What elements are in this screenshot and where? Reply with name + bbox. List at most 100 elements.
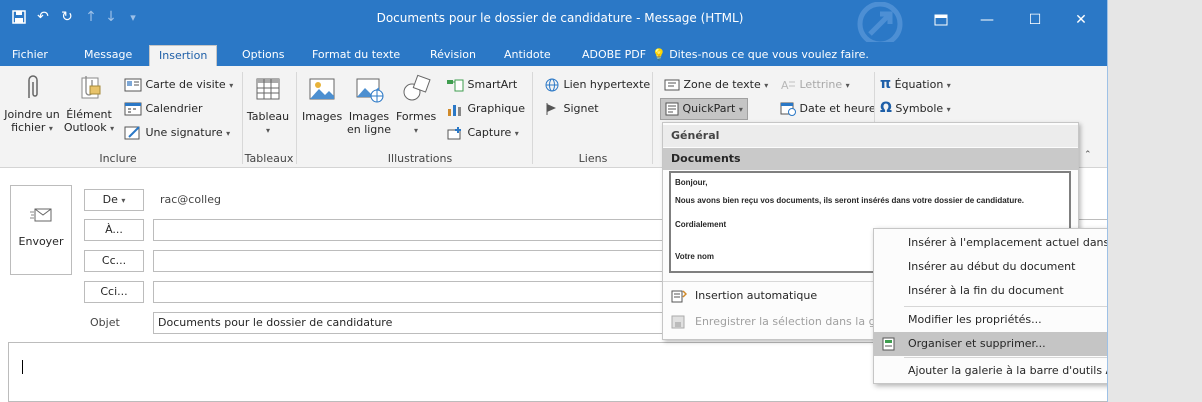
smartart-button[interactable]: SmartArt xyxy=(446,78,517,92)
save-icon[interactable] xyxy=(8,6,30,28)
entry-line-1: Bonjour, xyxy=(675,178,708,187)
chart-button[interactable]: Graphique xyxy=(446,102,525,116)
context-menu-item-add-to-qat[interactable]: Ajouter la galerie à la barre d'outils A… xyxy=(874,359,1107,383)
gallery-header-documents: Documents xyxy=(663,148,1078,170)
customize-qat-icon[interactable]: ▾ xyxy=(122,6,144,28)
send-button[interactable]: Envoyer xyxy=(10,185,72,275)
outlook-item-icon xyxy=(81,76,101,99)
date-time-icon xyxy=(780,102,796,116)
close-icon[interactable]: ✕ xyxy=(1058,2,1104,38)
tab-fichier[interactable]: Fichier xyxy=(10,45,50,66)
redo-icon[interactable]: ↻ xyxy=(56,6,78,28)
outlook-item-button[interactable]: Élément Outlook ▾ xyxy=(62,72,116,135)
hyperlink-button[interactable]: Lien hypertexte xyxy=(544,78,650,92)
signature-button[interactable]: Une signature ▾ xyxy=(124,126,230,140)
pictures-icon xyxy=(309,78,335,100)
gallery-header-general: Général xyxy=(663,125,1078,147)
pictures-button[interactable]: Images xyxy=(302,74,342,123)
symbol-button[interactable]: Ω Symbole ▾ xyxy=(880,101,951,116)
tab-antidote[interactable]: Antidote xyxy=(502,45,553,66)
screenshot-icon xyxy=(447,127,461,140)
online-pictures-button[interactable]: Images en ligne xyxy=(344,74,394,136)
bcc-button[interactable]: Cci... xyxy=(84,281,144,303)
calendar-button[interactable]: Calendrier xyxy=(124,102,203,116)
group-label-tableaux: Tableaux xyxy=(244,152,294,165)
title-bar: ↶ ↻ ↑ ↓ ▾ Documents pour le dossier de c… xyxy=(0,0,1107,42)
screenshot-label: Capture xyxy=(467,126,512,139)
attach-file-label: Joindre un xyxy=(4,108,60,121)
tell-me-search[interactable]: 💡 Dites-nous ce que vous voulez faire. xyxy=(652,45,869,65)
maximize-icon[interactable]: ☐ xyxy=(1012,2,1058,38)
context-menu-separator xyxy=(904,357,1107,358)
context-menu-item-insert-start[interactable]: Insérer au début du document xyxy=(874,255,1107,279)
from-value: rac@colleg xyxy=(160,193,221,206)
ribbon-tabs: Fichier Message Insertion Options Format… xyxy=(0,42,1107,66)
from-label: De xyxy=(102,193,118,206)
business-card-button[interactable]: Carte de visite ▾ xyxy=(124,78,233,92)
drop-cap-button[interactable]: A Lettrine ▾ xyxy=(780,78,850,92)
send-envelope-icon xyxy=(30,208,52,222)
paperclip-icon xyxy=(28,75,38,98)
organize-delete-label: Organiser et supprimer... xyxy=(908,337,1046,350)
bookmark-button[interactable]: Signet xyxy=(544,102,599,116)
tab-format-du-texte[interactable]: Format du texte xyxy=(310,45,402,66)
text-box-button[interactable]: Zone de texte ▾ xyxy=(664,78,768,92)
chart-label: Graphique xyxy=(467,102,526,115)
collapse-ribbon-icon[interactable]: ⌃ xyxy=(1084,150,1092,160)
ribbon-separator xyxy=(242,72,243,164)
context-menu-item-organize-delete[interactable]: Organiser et supprimer... xyxy=(874,332,1107,356)
organizer-icon xyxy=(882,337,895,351)
context-menu-item-insert-current[interactable]: Insérer à l'emplacement actuel dans le d… xyxy=(874,231,1107,255)
online-pictures-label-2: en ligne xyxy=(346,123,392,136)
bookmark-label: Signet xyxy=(563,102,599,115)
online-pictures-icon xyxy=(356,78,384,103)
quickpart-icon xyxy=(665,102,679,116)
minimize-icon[interactable]: — xyxy=(964,2,1010,38)
undo-icon[interactable]: ↶ xyxy=(32,6,54,28)
quickpart-button[interactable]: QuickPart ▾ xyxy=(660,98,748,120)
table-button[interactable]: Tableau ▾ xyxy=(246,74,290,137)
cc-button[interactable]: Cc... xyxy=(84,250,144,272)
svg-text:A: A xyxy=(781,79,789,92)
tab-revision[interactable]: Révision xyxy=(428,45,478,66)
tab-adobe-pdf[interactable]: ADOBE PDF xyxy=(580,45,648,66)
to-button[interactable]: À... xyxy=(84,219,144,241)
context-menu-item-edit-properties[interactable]: Modifier les propriétés... xyxy=(874,308,1107,332)
pictures-label: Images xyxy=(302,110,343,123)
group-label-inclure: Inclure xyxy=(99,152,137,165)
attach-file-button[interactable]: Joindre un fichier ▾ xyxy=(2,72,62,135)
tab-message[interactable]: Message xyxy=(82,45,134,66)
lightbulb-icon: 💡 xyxy=(652,48,666,61)
chart-icon xyxy=(448,105,461,116)
shapes-button[interactable]: Formes ▾ xyxy=(396,74,436,137)
tab-options[interactable]: Options xyxy=(240,45,286,66)
signature-icon xyxy=(124,126,140,140)
calendar-icon xyxy=(124,102,142,116)
attach-file-label-2: fichier xyxy=(11,121,46,134)
outlook-item-label-2: Outlook xyxy=(63,121,107,134)
equation-button[interactable]: π Équation ▾ xyxy=(880,77,951,92)
context-menu-item-insert-end[interactable]: Insérer à la fin du document xyxy=(874,279,1107,303)
symbol-label: Symbole xyxy=(895,102,944,115)
screenshot-button[interactable]: Capture ▾ xyxy=(446,126,519,140)
outlook-message-window: ↶ ↻ ↑ ↓ ▾ Documents pour le dossier de c… xyxy=(0,0,1108,402)
autotext-icon xyxy=(671,290,687,303)
equation-label: Équation xyxy=(894,78,944,91)
from-button[interactable]: De ▾ xyxy=(84,189,144,211)
ribbon-separator xyxy=(652,72,653,164)
signature-label: Une signature xyxy=(145,126,223,139)
background-area xyxy=(1108,0,1202,402)
business-card-icon xyxy=(124,78,142,92)
tell-me-text: Dites-nous ce que vous voulez faire. xyxy=(669,48,869,61)
hyperlink-icon xyxy=(545,78,559,92)
text-cursor xyxy=(22,360,23,374)
smartart-icon xyxy=(447,79,464,92)
date-time-button[interactable]: Date et heure xyxy=(780,102,876,116)
autotext-label: Insertion automatique xyxy=(695,289,818,302)
arrow-down-icon[interactable]: ↓ xyxy=(100,6,122,28)
ribbon-display-icon[interactable] xyxy=(918,2,964,38)
arrow-up-icon[interactable]: ↑ xyxy=(80,6,102,28)
table-label: Tableau xyxy=(246,110,290,123)
tab-insertion[interactable]: Insertion xyxy=(149,45,218,66)
calendar-label: Calendrier xyxy=(145,102,203,115)
